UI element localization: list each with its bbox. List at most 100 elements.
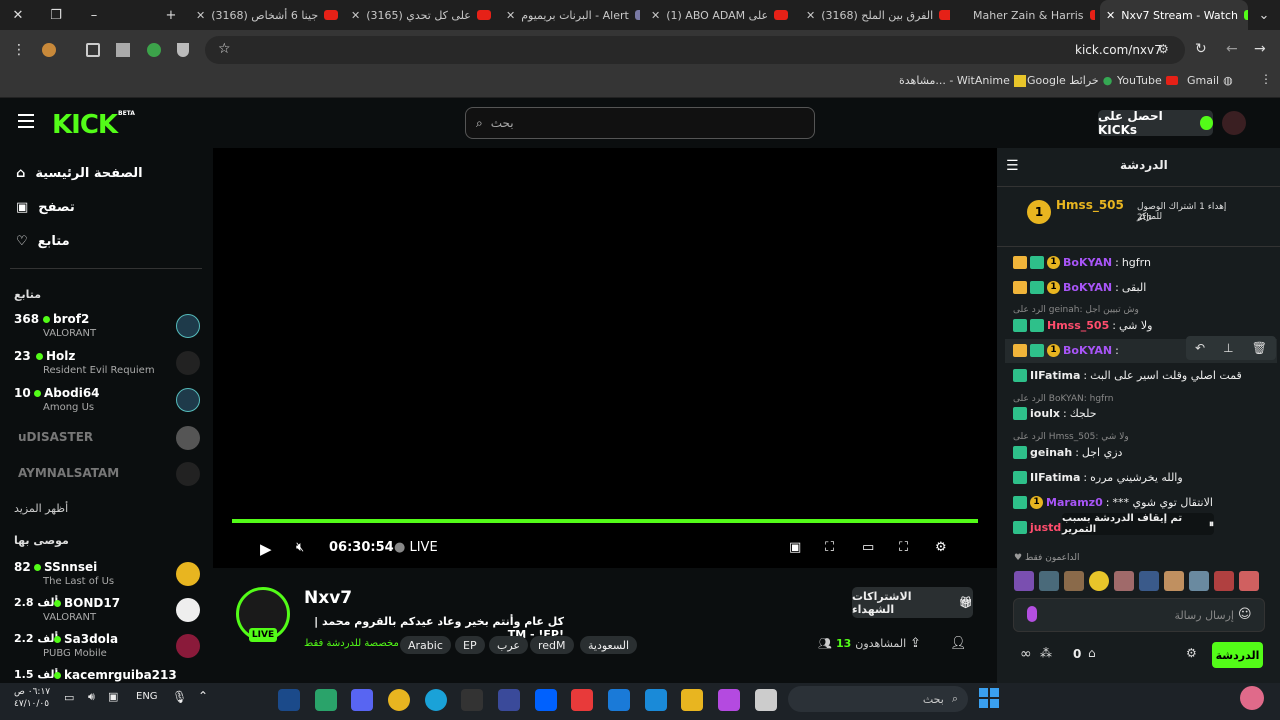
user-avatar[interactable] [1222, 111, 1246, 135]
recommended-channel[interactable]: 82 SSnnsei The Last of Us [14, 560, 200, 594]
infinity-icon[interactable]: ∞ [1020, 646, 1032, 662]
kick-logo[interactable]: KICK [52, 110, 118, 140]
chat-message[interactable]: 1 BoKYAN: [1013, 344, 1119, 357]
chat-paused-banner[interactable]: تم إيقاف الدردشة بسبب التمرير ⏸︎ [1062, 513, 1214, 535]
chat-message[interactable]: Hmss_505: ولا شي [1013, 319, 1152, 332]
tab-active-nxv7[interactable]: ✕ Nxv7 Stream - Watch [1100, 0, 1248, 30]
chat-username[interactable]: BoKYAN [1063, 344, 1112, 357]
followed-channel[interactable]: 23 Holz Resident Evil Requiem [14, 349, 200, 383]
mail-icon[interactable] [608, 689, 630, 711]
fullscreen-icon[interactable]: ⛶ [899, 540, 908, 555]
language-indicator[interactable]: ENG [136, 691, 158, 702]
clip-icon[interactable]: ⛶ [825, 540, 834, 555]
chat-message[interactable]: justd [1013, 521, 1061, 534]
taskbar-clock[interactable]: ٠٦:١٧ ص ٤٧/١٠/٠٥ [14, 686, 50, 710]
chat-input[interactable]: إرسال رسالة [1013, 598, 1265, 632]
avatar[interactable] [1189, 571, 1209, 591]
recommended-channel[interactable]: 2.2 ألف Sa3dola PUBG Mobile [14, 632, 200, 666]
windows-start-icon[interactable] [979, 688, 999, 708]
tag-chip[interactable]: EP [455, 636, 485, 654]
video-player[interactable] [213, 148, 997, 568]
extension-icon[interactable] [116, 43, 130, 57]
tab-1[interactable]: ✕ (3168) جينا 6 أشخاص [190, 0, 340, 30]
theater-mode-icon[interactable]: ▭ [862, 540, 874, 555]
reply-icon[interactable]: ↶ [1195, 341, 1205, 355]
tab-close-icon[interactable]: ✕ [506, 9, 515, 22]
restore-window-icon[interactable]: ❐ [48, 0, 64, 30]
chat-username[interactable]: geinah [1030, 446, 1072, 459]
avatar[interactable] [1239, 571, 1259, 591]
pip-icon[interactable]: ▣ [789, 540, 801, 555]
avatar[interactable] [1139, 571, 1159, 591]
app-icon[interactable] [755, 689, 777, 711]
site-settings-icon[interactable]: ⚙ [1158, 42, 1169, 56]
chat-message[interactable]: 1 Maramz0: *** الانتقال توي شوي [1013, 496, 1213, 509]
avatar[interactable] [1164, 571, 1184, 591]
reload-icon[interactable]: ↻ [1195, 41, 1207, 57]
dropbox-icon[interactable] [535, 689, 557, 711]
minimize-window-icon[interactable]: – [86, 0, 102, 30]
emoji-icon[interactable]: ☺ [1238, 607, 1252, 622]
file-explorer-icon[interactable] [681, 689, 703, 711]
chat-send-button[interactable]: الدردشة [1212, 642, 1263, 668]
avatar[interactable] [1014, 571, 1034, 591]
chat-message[interactable]: 1 BoKYAN: البقى [1013, 281, 1146, 294]
mic-tray-icon[interactable]: 🎙︎ [172, 690, 187, 704]
play-icon[interactable]: ▶ [260, 540, 272, 558]
kicks-icon[interactable]: ⁂ [1040, 646, 1052, 660]
bookmarks-more-icon[interactable]: ⋮ [1260, 72, 1272, 86]
chrome-icon[interactable] [388, 689, 410, 711]
gift-leader-name[interactable]: Hmss_505 [1056, 198, 1124, 212]
followed-channel[interactable]: 10 Abodi64 Among Us [14, 386, 200, 420]
chat-message[interactable]: IIFatima: والله يخرشيني مرره [1013, 471, 1183, 484]
gift-subs-button[interactable]: الاشتراكات الشهداء 🎁︎ [852, 587, 973, 618]
tag-chip[interactable]: redM [530, 636, 574, 654]
forward-icon[interactable]: ← [1226, 41, 1238, 57]
pin-icon[interactable]: ⊥ [1223, 341, 1233, 355]
tray-overflow-icon[interactable]: ⌃ [198, 689, 208, 703]
recommended-channel[interactable]: 1.5 ألف kacemrguiba213 [14, 668, 200, 682]
tab-close-icon[interactable]: ✕ [351, 9, 360, 22]
tab-close-icon[interactable]: ✕ [651, 9, 660, 22]
followed-channel[interactable]: 368 brof2 VALORANT [14, 312, 200, 346]
chat-message[interactable]: IIFatima: قمت اصلي وقلت اسير على البث [1013, 369, 1242, 382]
chat-username[interactable]: Maramz0 [1046, 496, 1103, 509]
chat-username[interactable]: ioulx [1030, 407, 1060, 420]
tab-5[interactable]: ✕ (3168) الفرق بين الملح [800, 0, 950, 30]
extensions-icon[interactable] [86, 43, 100, 57]
tab-close-icon[interactable]: ✕ [196, 9, 205, 22]
nav-home[interactable]: ⌂ الصفحة الرئيسية [16, 166, 143, 181]
bookmark-maps[interactable]: Google خرائط ● [1027, 74, 1112, 87]
taskbar-search[interactable]: بحث ⌕ [788, 686, 968, 712]
address-bar[interactable] [205, 36, 1185, 64]
chat-message[interactable]: ioulx: حلجك [1013, 407, 1097, 420]
tag-chip[interactable]: عرب [489, 636, 528, 654]
chat-settings-icon[interactable]: ⚙ [1186, 646, 1197, 660]
edge-icon[interactable] [425, 689, 447, 711]
app-icon[interactable] [571, 689, 593, 711]
microphone-icon[interactable] [1027, 606, 1037, 622]
battery-icon[interactable]: ▭ [64, 691, 74, 704]
bookmark-witanime[interactable]: مشاهدة... - WitAnime [899, 74, 1026, 87]
collapse-chat-icon[interactable]: ☰ [1006, 158, 1019, 174]
xbox-icon[interactable] [315, 689, 337, 711]
settings-gear-icon[interactable]: ⚙ [935, 540, 947, 555]
shield-extension-icon[interactable] [147, 43, 161, 57]
tab-2[interactable]: ✕ (3165) على كل تحدي [345, 0, 495, 30]
app-icon[interactable] [498, 689, 520, 711]
tab-close-icon[interactable]: ✕ [1106, 9, 1115, 22]
channel-name[interactable]: Nxv7 [304, 588, 352, 608]
widgets-icon[interactable] [1240, 686, 1264, 710]
chat-username[interactable]: justd [1030, 521, 1061, 534]
epic-games-icon[interactable] [461, 689, 483, 711]
close-window-icon[interactable]: ✕ [10, 0, 26, 30]
network-icon[interactable]: ▣ [108, 690, 118, 703]
copilot-icon[interactable] [718, 689, 740, 711]
offline-channel[interactable]: uDISASTER [14, 426, 200, 464]
menu-dots-icon[interactable]: ⋮ [12, 42, 26, 58]
chat-message[interactable]: 1 BoKYAN: hgfrn [1013, 256, 1151, 269]
nav-browse[interactable]: ▣ تصفح [16, 200, 75, 215]
mute-icon[interactable]: 🔇︎ [296, 540, 304, 555]
tab-search-icon[interactable]: ⌄ [1256, 0, 1272, 30]
chat-username[interactable]: BoKYAN [1063, 281, 1112, 294]
